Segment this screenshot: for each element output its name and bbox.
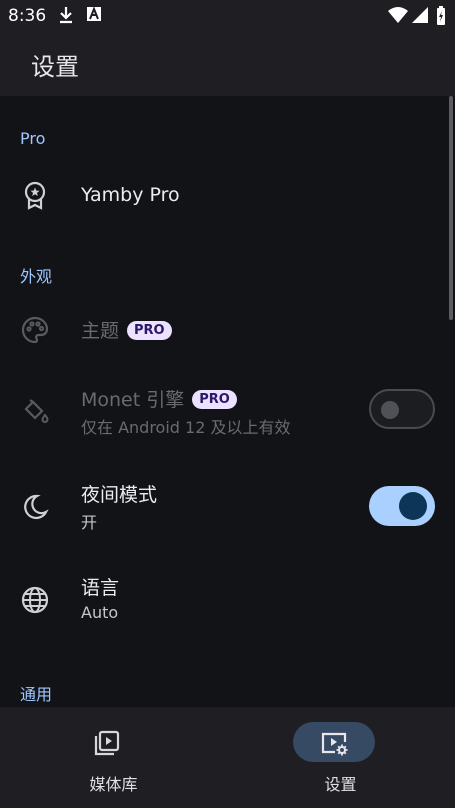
setting-title: Yamby Pro — [81, 184, 180, 206]
setting-title-text: Monet 引擎 — [81, 389, 185, 411]
setting-title-text: 主题 — [81, 320, 120, 342]
setting-title: 语言 — [81, 577, 120, 599]
setting-subtitle: Auto — [81, 603, 119, 622]
bottom-navigation: 媒体库 设置 — [0, 707, 455, 808]
setting-title: 主题 PRO — [81, 316, 172, 343]
section-header-appearance: 外观 — [20, 267, 53, 286]
setting-monet-engine[interactable]: Monet 引擎 PRO 仅在 Android 12 及以上有效 — [0, 364, 455, 454]
status-time: 8:36 — [8, 6, 47, 26]
moon-icon — [20, 492, 50, 522]
setting-title: 夜间模式 — [81, 484, 158, 506]
media-library-icon — [92, 728, 122, 758]
pro-badge: PRO — [192, 390, 237, 409]
toggle-knob — [399, 492, 427, 520]
app-bar: 设置 — [0, 32, 455, 96]
night-mode-toggle[interactable] — [369, 486, 435, 526]
nav-item-settings[interactable]: 设置 — [227, 707, 454, 808]
award-badge-icon — [20, 180, 50, 210]
monet-toggle[interactable] — [369, 389, 435, 429]
nav-label: 设置 — [324, 775, 357, 794]
setting-language[interactable]: 语言 Auto — [0, 551, 455, 641]
setting-subtitle: 仅在 Android 12 及以上有效 — [81, 418, 291, 437]
paint-bucket-icon — [20, 396, 50, 426]
palette-icon — [20, 315, 50, 345]
download-icon — [58, 6, 74, 28]
setting-subtitle: 开 — [81, 513, 98, 532]
section-header-pro: Pro — [20, 129, 46, 148]
nav-item-media-library[interactable]: 媒体库 — [0, 707, 227, 808]
nav-indicator — [66, 722, 148, 762]
section-header-general: 通用 — [20, 685, 53, 704]
toggle-knob — [381, 401, 399, 419]
nav-label: 媒体库 — [89, 775, 138, 794]
page-title: 设置 — [31, 53, 79, 81]
setting-yamby-pro[interactable]: Yamby Pro — [0, 164, 455, 228]
battery-charging-icon — [436, 6, 446, 30]
globe-icon — [20, 585, 50, 615]
setting-title: Monet 引擎 PRO — [81, 385, 237, 412]
wifi-icon — [388, 6, 408, 28]
setting-theme[interactable]: 主题 PRO — [0, 296, 455, 362]
nav-indicator-active — [293, 722, 375, 762]
settings-video-icon — [319, 728, 349, 758]
settings-list[interactable]: Pro Yamby Pro 外观 主题 PRO Monet 引擎 PRO 仅在 … — [0, 96, 455, 707]
pro-badge: PRO — [127, 321, 172, 340]
setting-night-mode[interactable]: 夜间模式 开 — [0, 456, 455, 546]
status-bar: 8:36 — [0, 0, 455, 32]
cellular-signal-icon — [412, 6, 428, 28]
app-notification-icon — [86, 6, 102, 26]
